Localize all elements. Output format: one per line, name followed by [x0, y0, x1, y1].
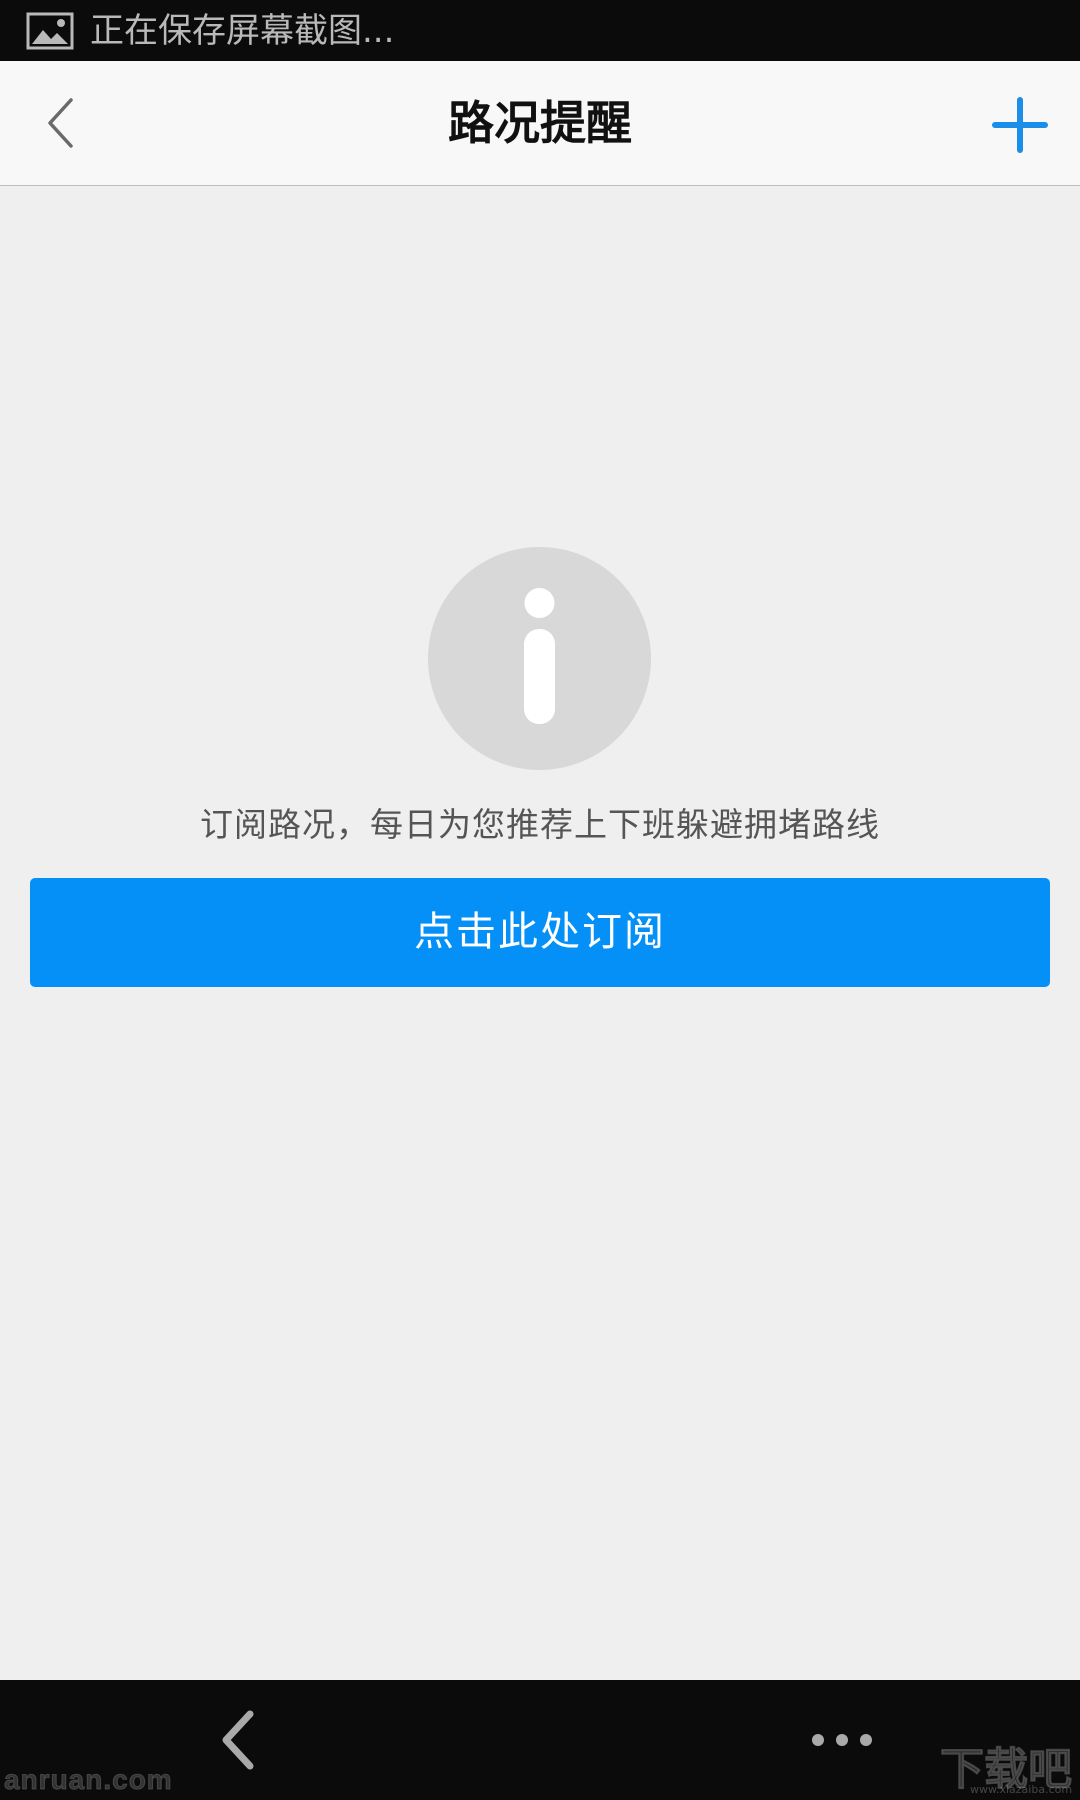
watermark-anruan: anruan.com: [4, 1764, 173, 1796]
header-bar: 路况提醒: [0, 61, 1080, 186]
page-title: 路况提醒: [448, 96, 632, 150]
chevron-left-icon: [48, 98, 73, 148]
more-dots-icon: [812, 1734, 872, 1746]
add-button[interactable]: [985, 90, 1055, 160]
watermark-xiazaiba-url: www.xiazaiba.com: [970, 1783, 1073, 1796]
back-button[interactable]: [30, 88, 100, 158]
chevron-left-icon: [222, 1710, 254, 1770]
image-icon: [26, 12, 74, 50]
status-text: 正在保存屏幕截图...: [90, 11, 395, 51]
plus-icon: [992, 97, 1048, 153]
status-bar: 正在保存屏幕截图...: [0, 0, 1080, 61]
nav-more-button[interactable]: [810, 1720, 874, 1760]
info-icon: [428, 547, 651, 770]
nav-back-button[interactable]: [210, 1710, 270, 1770]
empty-state-message: 订阅路况，每日为您推荐上下班躲避拥堵路线: [200, 805, 880, 844]
subscribe-button[interactable]: 点击此处订阅: [30, 878, 1050, 987]
watermark-xiazaiba: 下载吧 www.xiazaiba.com: [940, 1733, 1078, 1797]
